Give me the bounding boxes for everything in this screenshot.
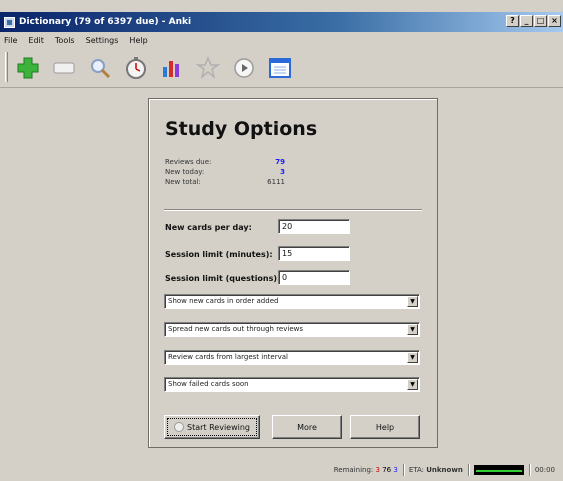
new-card-spacing-select[interactable]: Spread new cards out through reviews ▼	[164, 322, 420, 337]
start-reviewing-label: Start Reviewing	[187, 422, 250, 432]
maximize-button[interactable]: □	[534, 15, 547, 27]
more-button[interactable]: More	[272, 415, 342, 439]
new-cards-per-day-input[interactable]: 20	[278, 219, 350, 234]
menu-settings[interactable]: Settings	[85, 36, 120, 45]
chevron-down-icon[interactable]: ▼	[407, 379, 418, 390]
timer-icon[interactable]	[122, 54, 150, 82]
stat-value: 79	[275, 158, 285, 166]
stat-new-today: New today: 3	[165, 167, 295, 177]
progress-bar	[473, 465, 524, 475]
close-button[interactable]: ×	[548, 15, 561, 27]
eta-value: Unknown	[426, 466, 463, 474]
stat-label: Reviews due:	[165, 158, 212, 166]
failed-cards-select[interactable]: Show failed cards soon ▼	[164, 377, 420, 392]
page-title: Study Options	[165, 118, 318, 140]
minimize-button[interactable]: _	[520, 15, 533, 27]
select-value: Spread new cards out through reviews	[168, 325, 303, 333]
help-window-button[interactable]: ?	[506, 15, 519, 27]
session-minutes-input[interactable]: 15	[278, 246, 350, 261]
status-separator	[467, 464, 469, 476]
stat-label: New total:	[165, 178, 201, 186]
chevron-down-icon[interactable]: ▼	[407, 324, 418, 335]
play-icon[interactable]	[230, 54, 258, 82]
menu-file[interactable]: File	[3, 36, 18, 45]
graph-icon[interactable]	[158, 54, 186, 82]
toolbar	[0, 48, 563, 88]
anki-app-icon	[4, 16, 15, 28]
stat-label: New today:	[165, 168, 205, 176]
select-value: Show new cards in order added	[168, 297, 279, 305]
window-icon[interactable]	[266, 54, 294, 82]
session-questions-label: Session limit (questions):	[165, 274, 281, 283]
toolbar-grip[interactable]	[5, 52, 8, 82]
stat-value: 3	[280, 168, 285, 176]
cardlist-icon[interactable]	[50, 54, 78, 82]
stat-new-total: New total: 6111	[165, 177, 295, 187]
chevron-down-icon[interactable]: ▼	[407, 296, 418, 307]
progress-fill	[475, 470, 522, 472]
window-title: Dictionary (79 of 6397 due) - Anki	[19, 17, 192, 27]
deck-stats: Reviews due: 79 New today: 3 New total: …	[165, 157, 295, 187]
new-cards-per-day-label: New cards per day:	[165, 223, 252, 232]
review-order-select[interactable]: Review cards from largest interval ▼	[164, 350, 420, 365]
add-icon[interactable]	[14, 54, 42, 82]
remaining-review: 76	[382, 466, 392, 474]
eta-label: ETA:	[408, 466, 424, 474]
stat-value: 6111	[267, 178, 285, 186]
help-button[interactable]: Help	[350, 415, 420, 439]
divider	[164, 209, 422, 211]
remaining-label: Remaining:	[333, 466, 374, 474]
session-questions-input[interactable]: 0	[278, 270, 350, 285]
anki-window: Dictionary (79 of 6397 due) - Anki ? _ □…	[0, 0, 563, 481]
help-label: Help	[375, 422, 395, 432]
menu-edit[interactable]: Edit	[27, 36, 45, 45]
remaining-failed: 3	[393, 466, 398, 474]
new-card-order-select[interactable]: Show new cards in order added ▼	[164, 294, 420, 309]
menu-help[interactable]: Help	[128, 36, 148, 45]
chevron-down-icon[interactable]: ▼	[407, 352, 418, 363]
status-bar: Remaining: 3 76 3 ETA: Unknown 00:00	[0, 462, 563, 478]
stat-reviews-due: Reviews due: 79	[165, 157, 295, 167]
search-icon[interactable]	[86, 54, 114, 82]
menu-tools[interactable]: Tools	[54, 36, 76, 45]
session-minutes-label: Session limit (minutes):	[165, 250, 273, 259]
star-icon[interactable]	[194, 54, 222, 82]
timer-readout: 00:00	[534, 466, 555, 474]
status-separator	[528, 464, 530, 476]
start-icon	[174, 422, 184, 432]
status-separator	[402, 464, 404, 476]
select-value: Show failed cards soon	[168, 380, 249, 388]
select-value: Review cards from largest interval	[168, 353, 288, 361]
more-label: More	[297, 422, 317, 432]
menu-bar: File Edit Tools Settings Help	[0, 33, 563, 47]
start-reviewing-button[interactable]: Start Reviewing	[164, 415, 260, 439]
title-bar[interactable]: Dictionary (79 of 6397 due) - Anki ? _ □…	[0, 12, 563, 32]
remaining-new: 3	[375, 466, 380, 474]
